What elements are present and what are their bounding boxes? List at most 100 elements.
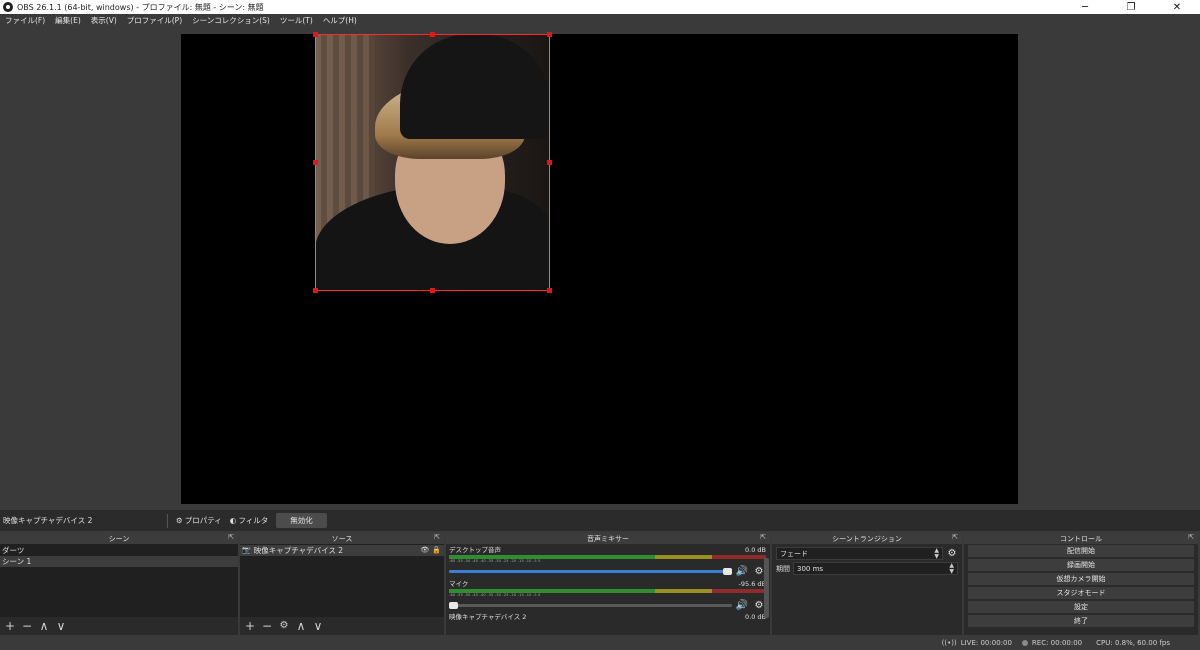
- properties-button[interactable]: ⚙ プロパティ: [172, 515, 226, 526]
- filters-label: フィルタ: [238, 516, 269, 525]
- visibility-eye-icon[interactable]: 👁: [420, 545, 429, 556]
- speaker-icon[interactable]: 🔊: [735, 600, 749, 611]
- sources-dock-title: ソース ⇱: [240, 533, 444, 544]
- undock-icon[interactable]: ⇱: [952, 533, 958, 541]
- duration-value: 300 ms: [797, 564, 824, 573]
- resize-handle-right[interactable]: [547, 160, 552, 165]
- preview-canvas[interactable]: [181, 32, 1018, 504]
- controls-title: コントロール: [1060, 534, 1102, 543]
- menu-help[interactable]: ヘルプ(H): [318, 15, 362, 26]
- controls-body: 配信開始 録画開始 仮想カメラ開始 スタジオモード 設定 終了: [964, 544, 1198, 630]
- settings-button[interactable]: 設定: [968, 601, 1194, 613]
- channel-level: -95.6 dB: [738, 580, 766, 588]
- camera-source-image[interactable]: [315, 34, 550, 290]
- resize-handle-bottom[interactable]: [430, 288, 435, 293]
- spin-arrows-icon: ▲ ▼: [934, 546, 939, 560]
- menu-scene-collection[interactable]: シーンコレクション(S): [187, 15, 275, 26]
- add-scene-icon[interactable]: +: [3, 619, 17, 633]
- transition-gear-icon[interactable]: ⚙: [946, 548, 958, 559]
- speaker-icon[interactable]: 🔊: [735, 566, 749, 577]
- exit-button[interactable]: 終了: [968, 615, 1194, 627]
- filters-button[interactable]: ◐ フィルタ: [226, 515, 272, 526]
- controls-dock: コントロール ⇱ 配信開始 録画開始 仮想カメラ開始 スタジオモード 設定 終了: [964, 533, 1198, 635]
- transition-type-select[interactable]: フェード ▲ ▼: [776, 547, 943, 560]
- sources-dock: ソース ⇱ 📷 映像キャプチャデバイス 2 👁 🔒 + − ⚙ ∧ ∨: [240, 533, 444, 635]
- menu-edit[interactable]: 編集(E): [50, 15, 86, 26]
- live-time: LIVE: 00:00:00: [960, 639, 1012, 647]
- toolbar-divider: [167, 513, 168, 528]
- menu-file[interactable]: ファイル(F): [0, 15, 50, 26]
- rec-dot-icon: [1021, 640, 1028, 646]
- scenes-dock-title: シーン ⇱: [0, 533, 238, 544]
- cpu-fps: CPU: 0.8%, 60.00 fps: [1096, 639, 1170, 647]
- channel-level: 0.0 dB: [745, 546, 766, 554]
- channel-level: 0.0 dB: [745, 613, 766, 621]
- resize-handle-bottom-right[interactable]: [547, 288, 552, 293]
- menu-tools[interactable]: ツール(T): [275, 15, 318, 26]
- spin-arrows-icon[interactable]: ▲ ▼: [949, 562, 954, 575]
- menu-profile[interactable]: プロファイル(P): [122, 15, 187, 26]
- obs-logo-icon: [3, 2, 13, 12]
- remove-scene-icon[interactable]: −: [20, 619, 34, 633]
- start-recording-button[interactable]: 録画開始: [968, 559, 1194, 571]
- remove-source-icon[interactable]: −: [260, 619, 274, 633]
- resize-handle-left[interactable]: [313, 160, 318, 165]
- menu-bar: ファイル(F) 編集(E) 表示(V) プロファイル(P) シーンコレクション(…: [0, 14, 1200, 27]
- undock-icon[interactable]: ⇱: [434, 533, 440, 541]
- transition-type-value: フェード: [780, 549, 808, 558]
- mixer-title: 音声ミキサー: [587, 534, 629, 543]
- scene-item[interactable]: ダーツ: [0, 545, 238, 556]
- volume-slider[interactable]: [449, 602, 732, 609]
- resize-handle-bottom-left[interactable]: [313, 288, 318, 293]
- resize-handle-top-left[interactable]: [313, 32, 318, 37]
- sources-title: ソース: [331, 534, 353, 543]
- filter-icon: ◐: [229, 516, 237, 525]
- volume-slider-knob[interactable]: [449, 602, 458, 609]
- minimize-button[interactable]: ─: [1062, 0, 1108, 14]
- volume-slider[interactable]: [449, 568, 732, 575]
- scenes-title: シーン: [108, 534, 130, 543]
- preview-area: [0, 27, 1200, 510]
- move-source-up-icon[interactable]: ∧: [294, 619, 308, 633]
- scenes-list: ダーツ シーン 1: [0, 544, 238, 617]
- source-item[interactable]: 📷 映像キャプチャデバイス 2 👁 🔒: [240, 545, 444, 556]
- resize-handle-top[interactable]: [430, 32, 435, 37]
- rec-time: REC: 00:00:00: [1031, 639, 1083, 647]
- scenes-dock: シーン ⇱ ダーツ シーン 1 + − ∧ ∨: [0, 533, 238, 635]
- deactivate-button[interactable]: 無効化: [276, 513, 327, 528]
- move-source-down-icon[interactable]: ∨: [311, 619, 325, 633]
- close-button[interactable]: ✕: [1154, 0, 1200, 14]
- resize-handle-top-right[interactable]: [547, 32, 552, 37]
- title-bar: OBS 26.1.1 (64-bit, windows) - プロファイル: 無…: [0, 0, 1200, 14]
- window-title: OBS 26.1.1 (64-bit, windows) - プロファイル: 無…: [17, 2, 264, 12]
- undock-icon[interactable]: ⇱: [228, 533, 234, 541]
- lock-icon[interactable]: 🔒: [432, 545, 441, 556]
- add-source-icon[interactable]: +: [243, 619, 257, 633]
- mixer-body: デスクトップ音声 0.0 dB -60 -55 -50 -45 -40 -35 …: [446, 544, 770, 635]
- selected-source-name: 映像キャプチャデバイス 2: [3, 516, 93, 525]
- maximize-button[interactable]: ❐: [1108, 0, 1154, 14]
- transitions-dock-title: シーントランジション ⇱: [772, 533, 962, 544]
- menu-view[interactable]: 表示(V): [86, 15, 122, 26]
- move-scene-up-icon[interactable]: ∧: [37, 619, 51, 633]
- mixer-scrollbar[interactable]: [764, 558, 769, 618]
- sources-list: 📷 映像キャプチャデバイス 2 👁 🔒: [240, 544, 444, 617]
- move-scene-down-icon[interactable]: ∨: [54, 619, 68, 633]
- start-virtual-camera-button[interactable]: 仮想カメラ開始: [968, 573, 1194, 585]
- source-properties-gear-icon[interactable]: ⚙: [277, 620, 291, 631]
- audio-mixer-dock: 音声ミキサー ⇱ デスクトップ音声 0.0 dB -60 -55 -50 -45…: [446, 533, 770, 635]
- volume-slider-knob[interactable]: [723, 568, 732, 575]
- undock-icon[interactable]: ⇱: [1188, 533, 1194, 541]
- transitions-title: シーントランジション: [832, 534, 902, 543]
- start-streaming-button[interactable]: 配信開始: [968, 545, 1194, 557]
- gear-icon: ⚙: [176, 516, 183, 525]
- scene-item-selected[interactable]: シーン 1: [0, 556, 238, 567]
- studio-mode-button[interactable]: スタジオモード: [968, 587, 1194, 599]
- duration-label: 期間: [776, 564, 790, 573]
- undock-icon[interactable]: ⇱: [760, 533, 766, 541]
- mixer-channel-capture: 映像キャプチャデバイス 2 0.0 dB: [449, 613, 766, 621]
- duration-spinbox[interactable]: 300 ms ▲ ▼: [793, 562, 958, 575]
- scene-transitions-dock: シーントランジション ⇱ フェード ▲ ▼ ⚙ 期間 300 ms ▲ ▼: [772, 533, 962, 635]
- mixer-channel-desktop-audio: デスクトップ音声 0.0 dB -60 -55 -50 -45 -40 -35 …: [449, 546, 766, 578]
- person-beanie: [400, 34, 550, 139]
